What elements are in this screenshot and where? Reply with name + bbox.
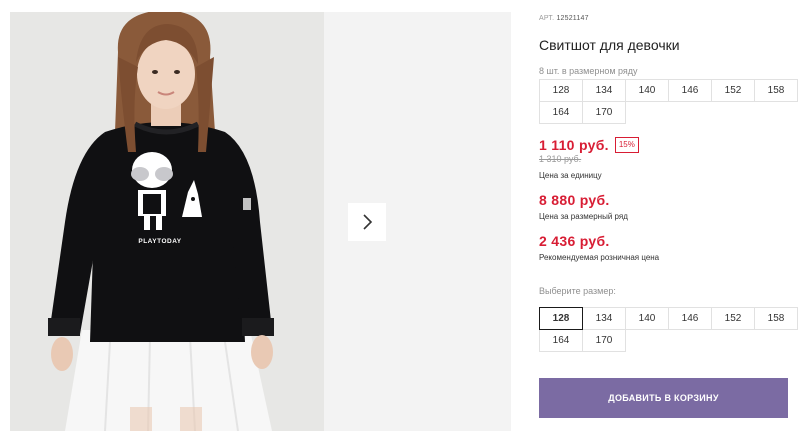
size-option[interactable]: 140 — [625, 307, 669, 330]
size-option[interactable]: 152 — [711, 307, 755, 330]
retail-price: 2 436 руб. — [539, 233, 610, 249]
pack-size-cell: 134 — [582, 79, 626, 102]
pack-size-cell: 152 — [711, 79, 755, 102]
product-info: АРТ. 12521147 Свитшот для девочки 8 шт. … — [539, 0, 800, 431]
pack-size-cell: 158 — [754, 79, 798, 102]
gallery-next-button[interactable] — [348, 203, 386, 241]
pack-size-cell: 128 — [539, 79, 583, 102]
article-label: АРТ. — [539, 15, 555, 22]
pack-note: 8 шт. в размерном ряду — [539, 66, 638, 76]
size-option[interactable]: 164 — [539, 329, 583, 352]
product-photo-illustration — [10, 12, 324, 431]
article-value: 12521147 — [556, 15, 589, 22]
article-number: АРТ. 12521147 — [539, 15, 589, 22]
discount-badge: 15% — [614, 137, 639, 153]
pack-price-row: 8 880 руб. — [539, 192, 610, 208]
add-to-cart-button[interactable]: ДОБАВИТЬ В КОРЗИНУ — [539, 378, 788, 418]
pack-size-cell: 140 — [625, 79, 669, 102]
retail-price-row: 2 436 руб. — [539, 233, 610, 249]
chevron-right-icon — [363, 214, 373, 230]
unit-price-label: Цена за единицу — [539, 171, 602, 180]
size-selector: 128 134 140 146 152 158 164 170 — [539, 307, 798, 352]
pack-price: 8 880 руб. — [539, 192, 610, 208]
unit-price-row: 1 110 руб. 15% — [539, 137, 639, 153]
old-price: 1 310 руб. — [539, 154, 582, 164]
pack-size-grid: 128 134 140 146 152 158 164 170 — [539, 79, 798, 124]
unit-price: 1 110 руб. — [539, 137, 609, 153]
size-option-selected[interactable]: 128 — [539, 307, 583, 330]
pack-price-label: Цена за размерный ряд — [539, 212, 628, 221]
product-photo: PLAYTODAY — [10, 12, 324, 431]
print-text: PLAYTODAY — [138, 238, 182, 245]
choose-size-label: Выберите размер: — [539, 286, 616, 296]
product-title: Свитшот для девочки — [539, 37, 680, 53]
retail-price-label: Рекомендуемая розничная цена — [539, 253, 660, 262]
pack-size-cell: 164 — [539, 101, 583, 124]
pack-size-cell: 170 — [582, 101, 626, 124]
product-page: PLAYTODAY АРТ. 12521147 Свитшот для дево… — [0, 0, 800, 431]
size-option[interactable]: 134 — [582, 307, 626, 330]
size-option[interactable]: 158 — [754, 307, 798, 330]
size-option[interactable]: 170 — [582, 329, 626, 352]
size-option[interactable]: 146 — [668, 307, 712, 330]
pack-size-cell: 146 — [668, 79, 712, 102]
